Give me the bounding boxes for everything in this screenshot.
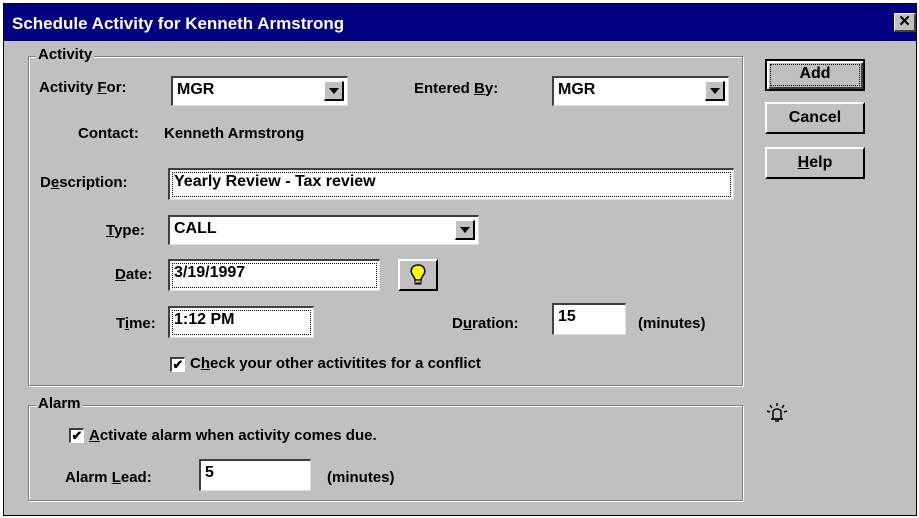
date-picker-button[interactable] xyxy=(398,259,438,291)
conflict-check-checkbox[interactable]: ✔ xyxy=(170,357,185,372)
window-title: Schedule Activity for Kenneth Armstrong xyxy=(12,14,345,33)
description-label: Description: xyxy=(40,174,128,191)
entered-by-label: Entered By: xyxy=(414,80,499,97)
date-label: Date: xyxy=(115,266,153,283)
activate-alarm-checkbox[interactable]: ✔ xyxy=(69,428,84,443)
alarm-group xyxy=(28,405,743,501)
time-label: Time: xyxy=(116,315,156,332)
duration-input[interactable]: 15 xyxy=(552,303,626,335)
alarm-group-legend: Alarm xyxy=(36,395,83,412)
entered-by-value: MGR xyxy=(558,81,596,98)
add-button[interactable]: Add xyxy=(765,59,865,91)
entered-by-combo[interactable]: MGR xyxy=(552,76,729,106)
entered-by-dropdown-button[interactable] xyxy=(705,81,725,101)
help-button[interactable]: Help xyxy=(765,147,865,179)
contact-value: Kenneth Armstrong xyxy=(164,125,305,142)
type-label: Type: xyxy=(106,222,145,239)
type-value: CALL xyxy=(174,220,217,237)
cancel-button-label: Cancel xyxy=(788,109,842,126)
duration-value: 15 xyxy=(558,308,576,325)
contact-label: Contact: xyxy=(78,125,139,142)
alarm-lead-input[interactable]: 5 xyxy=(199,459,311,491)
check-mark-icon: ✔ xyxy=(71,428,83,443)
activate-alarm-label[interactable]: Activate alarm when activity comes due. xyxy=(89,427,377,444)
alarm-bell-icon xyxy=(766,403,788,422)
time-input[interactable]: 1:12 PM xyxy=(168,306,314,338)
type-combo[interactable]: CALL xyxy=(168,215,479,245)
activity-group-legend: Activity xyxy=(36,46,95,63)
close-icon: ✕ xyxy=(898,13,911,30)
description-value: Yearly Review - Tax review xyxy=(174,173,376,190)
activity-for-combo[interactable]: MGR xyxy=(171,76,348,106)
title-bar: Schedule Activity for Kenneth Armstrong … xyxy=(4,4,916,41)
cancel-button[interactable]: Cancel xyxy=(765,102,865,134)
lightbulb-icon xyxy=(410,264,426,285)
date-value: 3/19/1997 xyxy=(174,264,246,281)
alarm-lead-value: 5 xyxy=(205,464,214,481)
alarm-lead-unit: (minutes) xyxy=(327,469,395,486)
close-button[interactable]: ✕ xyxy=(894,13,916,32)
duration-unit: (minutes) xyxy=(638,315,706,332)
help-button-label: Help xyxy=(797,154,833,171)
alarm-lead-label: Alarm Lead: xyxy=(65,469,152,486)
duration-label: Duration: xyxy=(452,315,519,332)
check-mark-icon: ✔ xyxy=(172,357,184,372)
date-input[interactable]: 3/19/1997 xyxy=(168,259,380,291)
description-input[interactable]: Yearly Review - Tax review xyxy=(168,168,734,200)
conflict-check-label[interactable]: Check your other activitites for a confl… xyxy=(190,355,481,372)
type-dropdown-button[interactable] xyxy=(455,220,475,240)
activity-for-label: Activity For: xyxy=(39,79,127,96)
time-value: 1:12 PM xyxy=(174,311,235,328)
activity-for-value: MGR xyxy=(177,81,215,98)
activity-for-dropdown-button[interactable] xyxy=(324,81,344,101)
